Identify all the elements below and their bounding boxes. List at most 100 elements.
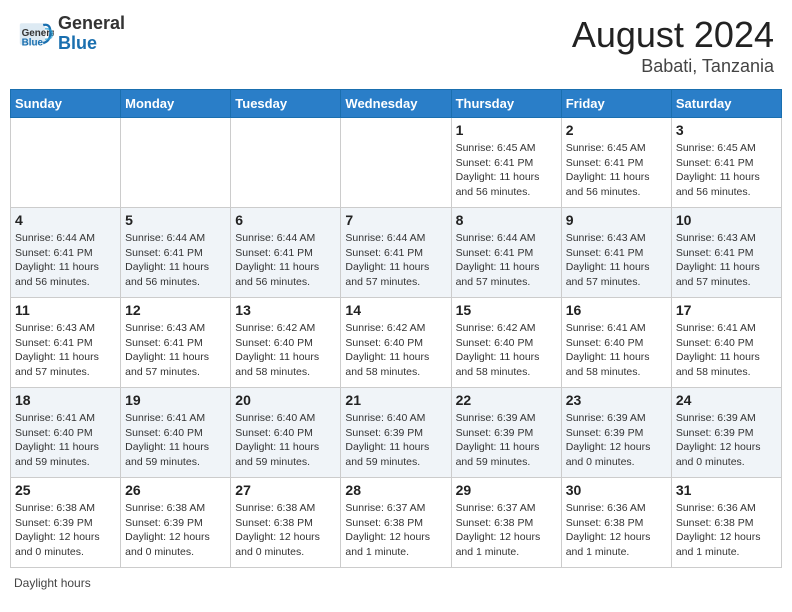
day-number: 16 xyxy=(566,302,667,318)
day-info: Sunrise: 6:37 AM Sunset: 6:38 PM Dayligh… xyxy=(456,501,557,560)
calendar-cell: 20Sunrise: 6:40 AM Sunset: 6:40 PM Dayli… xyxy=(231,388,341,478)
day-number: 15 xyxy=(456,302,557,318)
weekday-header-monday: Monday xyxy=(121,90,231,118)
day-info: Sunrise: 6:43 AM Sunset: 6:41 PM Dayligh… xyxy=(566,231,667,290)
day-number: 1 xyxy=(456,122,557,138)
calendar-cell: 18Sunrise: 6:41 AM Sunset: 6:40 PM Dayli… xyxy=(11,388,121,478)
day-info: Sunrise: 6:45 AM Sunset: 6:41 PM Dayligh… xyxy=(566,141,667,200)
calendar-week-row: 25Sunrise: 6:38 AM Sunset: 6:39 PM Dayli… xyxy=(11,478,782,568)
page-header: General Blue General Blue August 2024 Ba… xyxy=(10,10,782,81)
day-number: 17 xyxy=(676,302,777,318)
calendar-cell: 29Sunrise: 6:37 AM Sunset: 6:38 PM Dayli… xyxy=(451,478,561,568)
day-info: Sunrise: 6:42 AM Sunset: 6:40 PM Dayligh… xyxy=(456,321,557,380)
logo-text: General Blue xyxy=(58,14,125,54)
calendar-cell: 14 Sunrise: 6:42 AM Sunset: 6:40 PM Dayli… xyxy=(341,298,451,388)
day-number: 14 xyxy=(345,302,446,318)
weekday-header-friday: Friday xyxy=(561,90,671,118)
day-info: Sunrise: 6:41 AM Sunset: 6:40 PM Dayligh… xyxy=(15,411,116,470)
day-number: 31 xyxy=(676,482,777,498)
calendar-cell: 8 Sunrise: 6:44 AM Sunset: 6:41 PM Daylig… xyxy=(451,208,561,298)
calendar-cell: 17 Sunrise: 6:41 AM Sunset: 6:40 PM Dayli… xyxy=(671,298,781,388)
svg-text:Blue: Blue xyxy=(22,37,44,48)
calendar-cell: 10 Sunrise: 6:43 AM Sunset: 6:41 PM Dayli… xyxy=(671,208,781,298)
calendar-cell: 30 Sunrise: 6:36 AM Sunset: 6:38 PM Dayli… xyxy=(561,478,671,568)
day-info: Sunrise: 6:39 AM Sunset: 6:39 PM Dayligh… xyxy=(456,411,557,470)
day-info: Sunrise: 6:36 AM Sunset: 6:38 PM Dayligh… xyxy=(566,501,667,560)
day-info: Sunrise: 6:45 AM Sunset: 6:41 PM Dayligh… xyxy=(456,141,557,200)
logo: General Blue General Blue xyxy=(18,14,125,54)
calendar-cell xyxy=(11,118,121,208)
day-number: 2 xyxy=(566,122,667,138)
day-info: Sunrise: 6:43 AM Sunset: 6:41 PM Dayligh… xyxy=(15,321,116,380)
logo-blue-text: Blue xyxy=(58,34,125,54)
day-info: Sunrise: 6:41 AM Sunset: 6:40 PM Dayligh… xyxy=(676,321,777,380)
calendar-cell: 13 Sunrise: 6:42 AM Sunset: 6:40 PM Dayli… xyxy=(231,298,341,388)
calendar-week-row: 1 Sunrise: 6:45 AM Sunset: 6:41 PM Daylig… xyxy=(11,118,782,208)
weekday-header-sunday: Sunday xyxy=(11,90,121,118)
day-info: Sunrise: 6:38 AM Sunset: 6:38 PM Dayligh… xyxy=(235,501,336,560)
day-number: 27 xyxy=(235,482,336,498)
calendar-cell xyxy=(231,118,341,208)
day-info: Sunrise: 6:43 AM Sunset: 6:41 PM Dayligh… xyxy=(125,321,226,380)
calendar-table: SundayMondayTuesdayWednesdayThursdayFrid… xyxy=(10,89,782,568)
weekday-header-thursday: Thursday xyxy=(451,90,561,118)
day-number: 6 xyxy=(235,212,336,228)
day-info: Sunrise: 6:44 AM Sunset: 6:41 PM Dayligh… xyxy=(456,231,557,290)
day-info: Sunrise: 6:44 AM Sunset: 6:41 PM Dayligh… xyxy=(345,231,446,290)
day-number: 8 xyxy=(456,212,557,228)
calendar-week-row: 4 Sunrise: 6:44 AM Sunset: 6:41 PM Daylig… xyxy=(11,208,782,298)
weekday-header-row: SundayMondayTuesdayWednesdayThursdayFrid… xyxy=(11,90,782,118)
day-info: Sunrise: 6:36 AM Sunset: 6:38 PM Dayligh… xyxy=(676,501,777,560)
day-number: 13 xyxy=(235,302,336,318)
calendar-cell: 3Sunrise: 6:45 AM Sunset: 6:41 PM Daylig… xyxy=(671,118,781,208)
day-number: 9 xyxy=(566,212,667,228)
calendar-cell: 16 Sunrise: 6:41 AM Sunset: 6:40 PM Dayli… xyxy=(561,298,671,388)
day-info: Sunrise: 6:44 AM Sunset: 6:41 PM Dayligh… xyxy=(15,231,116,290)
day-number: 26 xyxy=(125,482,226,498)
day-number: 20 xyxy=(235,392,336,408)
day-number: 28 xyxy=(345,482,446,498)
day-info: Sunrise: 6:38 AM Sunset: 6:39 PM Dayligh… xyxy=(125,501,226,560)
day-info: Sunrise: 6:41 AM Sunset: 6:40 PM Dayligh… xyxy=(125,411,226,470)
calendar-cell: 27 Sunrise: 6:38 AM Sunset: 6:38 PM Dayli… xyxy=(231,478,341,568)
calendar-cell: 9 Sunrise: 6:43 AM Sunset: 6:41 PM Daylig… xyxy=(561,208,671,298)
day-info: Sunrise: 6:42 AM Sunset: 6:40 PM Dayligh… xyxy=(345,321,446,380)
calendar-cell: 22Sunrise: 6:39 AM Sunset: 6:39 PM Dayli… xyxy=(451,388,561,478)
day-number: 5 xyxy=(125,212,226,228)
weekday-header-saturday: Saturday xyxy=(671,90,781,118)
calendar-cell: 2 Sunrise: 6:45 AM Sunset: 6:41 PM Daylig… xyxy=(561,118,671,208)
day-number: 11 xyxy=(15,302,116,318)
calendar-cell: 31 Sunrise: 6:36 AM Sunset: 6:38 PM Dayli… xyxy=(671,478,781,568)
day-info: Sunrise: 6:38 AM Sunset: 6:39 PM Dayligh… xyxy=(15,501,116,560)
day-info: Sunrise: 6:45 AM Sunset: 6:41 PM Dayligh… xyxy=(676,141,777,200)
location-title: Babati, Tanzania xyxy=(572,56,774,77)
day-info: Sunrise: 6:39 AM Sunset: 6:39 PM Dayligh… xyxy=(676,411,777,470)
day-number: 24 xyxy=(676,392,777,408)
day-number: 21 xyxy=(345,392,446,408)
day-info: Sunrise: 6:41 AM Sunset: 6:40 PM Dayligh… xyxy=(566,321,667,380)
day-number: 23 xyxy=(566,392,667,408)
calendar-cell: 26 Sunrise: 6:38 AM Sunset: 6:39 PM Dayli… xyxy=(121,478,231,568)
title-area: August 2024 Babati, Tanzania xyxy=(572,14,774,77)
day-number: 7 xyxy=(345,212,446,228)
day-info: Sunrise: 6:42 AM Sunset: 6:40 PM Dayligh… xyxy=(235,321,336,380)
calendar-cell: 19Sunrise: 6:41 AM Sunset: 6:40 PM Dayli… xyxy=(121,388,231,478)
day-number: 4 xyxy=(15,212,116,228)
calendar-cell xyxy=(121,118,231,208)
calendar-cell: 1 Sunrise: 6:45 AM Sunset: 6:41 PM Daylig… xyxy=(451,118,561,208)
day-number: 30 xyxy=(566,482,667,498)
calendar-cell: 25Sunrise: 6:38 AM Sunset: 6:39 PM Dayli… xyxy=(11,478,121,568)
calendar-cell: 6Sunrise: 6:44 AM Sunset: 6:41 PM Daylig… xyxy=(231,208,341,298)
day-info: Sunrise: 6:37 AM Sunset: 6:38 PM Dayligh… xyxy=(345,501,446,560)
day-info: Sunrise: 6:44 AM Sunset: 6:41 PM Dayligh… xyxy=(125,231,226,290)
calendar-week-row: 11 Sunrise: 6:43 AM Sunset: 6:41 PM Dayli… xyxy=(11,298,782,388)
day-info: Sunrise: 6:43 AM Sunset: 6:41 PM Dayligh… xyxy=(676,231,777,290)
day-number: 10 xyxy=(676,212,777,228)
calendar-cell: 7 Sunrise: 6:44 AM Sunset: 6:41 PM Daylig… xyxy=(341,208,451,298)
legend-area: Daylight hours xyxy=(10,576,782,590)
weekday-header-wednesday: Wednesday xyxy=(341,90,451,118)
logo-general-text: General xyxy=(58,14,125,34)
day-number: 12 xyxy=(125,302,226,318)
calendar-cell: 4 Sunrise: 6:44 AM Sunset: 6:41 PM Daylig… xyxy=(11,208,121,298)
logo-icon: General Blue xyxy=(18,16,54,52)
